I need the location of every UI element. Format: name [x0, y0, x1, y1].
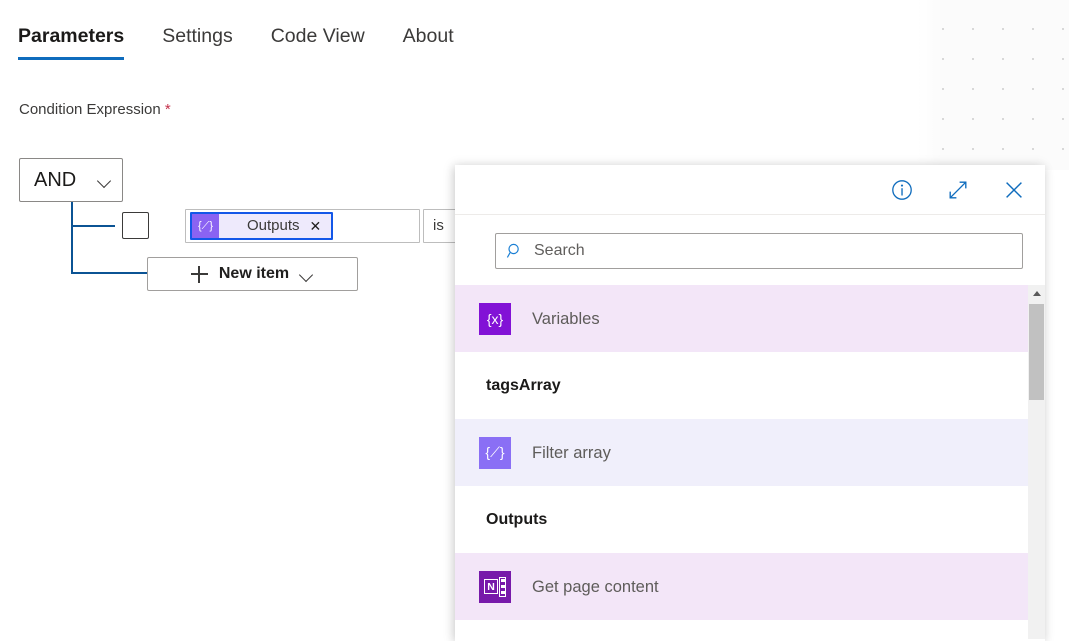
list-item-filter-array[interactable]: {⟋} Filter array — [455, 419, 1045, 486]
condition-operand-field[interactable]: {⟋} Outputs ✕ — [185, 209, 420, 243]
app-root: Parameters Settings Code View About Cond… — [0, 0, 1069, 641]
list-item-label: Get page content — [532, 577, 659, 596]
connector-line-row — [71, 225, 115, 227]
panel-header — [455, 165, 1045, 215]
tab-bar: Parameters Settings Code View About — [0, 0, 917, 68]
expand-icon[interactable] — [943, 175, 973, 205]
field-label-text: Condition Expression — [19, 101, 161, 118]
remove-token-icon[interactable]: ✕ — [310, 214, 332, 238]
onenote-icon: N — [479, 570, 511, 603]
list-item-variables[interactable]: {x} Variables — [455, 285, 1045, 352]
expression-icon: {⟋} — [192, 214, 219, 238]
variables-icon: {x} — [479, 302, 511, 335]
condition-expression-label: Condition Expression * — [19, 100, 171, 120]
new-item-button[interactable]: New item — [147, 257, 358, 291]
plus-icon — [190, 265, 208, 283]
token-label: Outputs — [247, 217, 300, 234]
condition-operator-value: is — [433, 217, 444, 234]
info-icon[interactable] — [887, 175, 917, 205]
list-item-label: Filter array — [532, 443, 611, 462]
list-group-outputs: Outputs — [455, 486, 1045, 553]
close-icon[interactable] — [999, 175, 1029, 205]
onenote-letter: N — [484, 579, 498, 594]
connector-line-new-item — [71, 272, 148, 274]
list-scrollbar[interactable] — [1028, 285, 1045, 639]
dynamic-content-panel: {x} Variables tagsArray {⟋} Filter array… — [455, 165, 1045, 641]
list-item-label: Variables — [532, 309, 600, 328]
condition-row-checkbox[interactable] — [122, 212, 149, 239]
list-group-tagsarray: tagsArray — [455, 352, 1045, 419]
list-group-label: Outputs — [486, 510, 548, 528]
search-container — [455, 215, 1045, 285]
list-item-get-page-content[interactable]: N Get page content — [455, 553, 1045, 620]
logical-operator-dropdown[interactable]: AND — [19, 158, 123, 202]
required-asterisk: * — [164, 101, 171, 118]
chevron-down-icon — [300, 270, 314, 279]
new-item-label: New item — [218, 265, 290, 282]
logical-operator-value: AND — [34, 169, 77, 191]
expression-icon: {⟋} — [479, 436, 511, 469]
tab-settings[interactable]: Settings — [162, 24, 252, 60]
scrollbar-thumb[interactable] — [1029, 304, 1044, 400]
tab-code-view[interactable]: Code View — [271, 24, 385, 60]
list-group-label: tagsArray — [486, 376, 561, 394]
chevron-down-icon — [98, 176, 112, 185]
search-input[interactable] — [534, 242, 1012, 260]
connector-line-vertical — [71, 202, 73, 272]
designer-canvas-grid — [917, 0, 1069, 170]
search-icon — [506, 243, 519, 258]
dynamic-content-token[interactable]: {⟋} Outputs ✕ — [190, 212, 334, 240]
tab-about[interactable]: About — [403, 24, 474, 60]
scroll-up-arrow[interactable] — [1028, 285, 1045, 302]
tab-parameters[interactable]: Parameters — [18, 24, 144, 60]
search-box[interactable] — [495, 233, 1023, 269]
dynamic-content-list: {x} Variables tagsArray {⟋} Filter array… — [455, 285, 1045, 639]
